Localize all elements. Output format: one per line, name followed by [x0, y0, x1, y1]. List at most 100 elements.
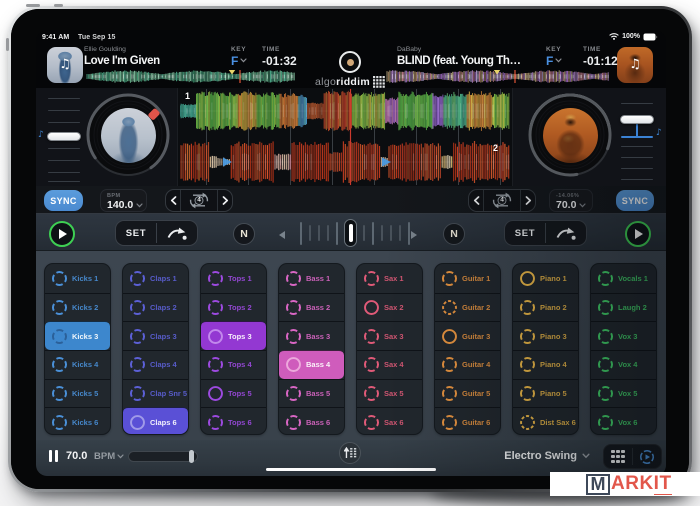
pad-piano-4[interactable]: Piano 4 [513, 350, 578, 379]
pad-vocals-3[interactable]: Vox 3 [591, 321, 656, 350]
pad-ring-icon [285, 328, 302, 345]
pad-label: Tops 6 [228, 418, 252, 427]
pad-guitar-2[interactable]: Guitar 2 [435, 293, 500, 322]
scrubber-handle[interactable] [344, 219, 357, 247]
pad-bass-5[interactable]: Bass 5 [279, 379, 344, 408]
deck-a-pitch-handle[interactable] [47, 132, 81, 141]
deck-a-bpm-box[interactable]: BPM 140.0 [100, 189, 147, 212]
deck-b-overview-waveform[interactable] [386, 70, 610, 84]
pad-piano-2[interactable]: Piano 2 [513, 293, 578, 322]
record-button[interactable] [339, 51, 361, 73]
pad-tops-3[interactable]: Tops 3 [201, 321, 266, 350]
pad-bass-4[interactable]: Bass 4 [279, 350, 344, 379]
preset-dropdown[interactable]: Electro Swing [504, 450, 590, 462]
pad-label: Clap Snr 5 [150, 389, 187, 398]
pad-ring-icon [285, 299, 302, 316]
pad-label: Sax 1 [384, 274, 404, 283]
deck-b-tempo-box[interactable]: -14.06% 70.0 [549, 189, 593, 212]
deck-b-play-button[interactable] [625, 221, 651, 247]
deck-b-loop-double-button[interactable] [521, 190, 535, 212]
pad-guitar-1[interactable]: Guitar 1 [435, 264, 500, 293]
pad-piano-1[interactable]: Piano 1 [513, 264, 578, 293]
pad-claps-3[interactable]: Claps 3 [123, 321, 188, 350]
deck-a-loop-double-button[interactable] [218, 190, 232, 212]
main-waveforms[interactable]: 1 2 [179, 88, 512, 186]
home-indicator[interactable] [266, 468, 436, 471]
pad-claps-6[interactable]: Claps 6 [123, 407, 188, 435]
deck-a-key-value[interactable]: F [231, 54, 247, 68]
pad-vocals-1[interactable]: Vocals 1 [591, 264, 656, 293]
pad-piano-6[interactable]: Dist Sax 6 [513, 407, 578, 435]
pad-vocals-2[interactable]: Laugh 2 [591, 293, 656, 322]
pad-label: Guitar 3 [462, 332, 490, 341]
pad-bass-6[interactable]: Bass 6 [279, 407, 344, 435]
pad-ring-icon [285, 414, 302, 431]
pad-bass-1[interactable]: Bass 1 [279, 264, 344, 293]
pad-vocals-5[interactable]: Vox 5 [591, 379, 656, 408]
pad-guitar-4[interactable]: Guitar 4 [435, 350, 500, 379]
pad-guitar-6[interactable]: Guitar 6 [435, 407, 500, 435]
pad-bass-2[interactable]: Bass 2 [279, 293, 344, 322]
pad-column-tops: Tops 1Tops 2Tops 3Tops 4Tops 5 Tops 6 [200, 263, 267, 435]
pad-sax-4[interactable]: Sax 4 [357, 350, 422, 379]
pad-kicks-6[interactable]: Kicks 6 [45, 407, 110, 435]
deck-b-sync-button[interactable]: SYNC [616, 190, 654, 211]
mixer-button[interactable] [339, 442, 361, 464]
pad-sax-5[interactable]: Sax 5 [357, 379, 422, 408]
pad-tops-1[interactable]: Tops 1 [201, 264, 266, 293]
pad-sax-3[interactable]: Sax 3 [357, 321, 422, 350]
pad-vocals-6[interactable]: Vox 6 [591, 407, 656, 435]
deck-b-turntable[interactable] [525, 90, 615, 180]
pad-guitar-5[interactable]: Guitar 5 [435, 379, 500, 408]
deck-b-automix-button[interactable]: N [443, 223, 465, 245]
deck-b-set-cue-button[interactable]: SET [505, 221, 545, 245]
deck-b-pitch-handle[interactable] [620, 115, 654, 124]
deck-b-jump-button[interactable] [546, 221, 586, 245]
deck-a-loop-halve-button[interactable] [166, 190, 180, 212]
pad-bass-3[interactable]: Bass 3 [279, 321, 344, 350]
pad-label: Guitar 2 [462, 303, 490, 312]
pad-ring-icon [597, 328, 614, 345]
pad-tops-2[interactable]: Tops 2 [201, 293, 266, 322]
pad-piano-3[interactable]: Piano 3 [513, 321, 578, 350]
deck-b-loop-halve-button[interactable] [469, 190, 483, 212]
pad-claps-5[interactable]: Clap Snr 5 [123, 379, 188, 408]
pad-tops-5[interactable]: Tops 5 [201, 379, 266, 408]
deck-b-pitch-zero-line [621, 136, 653, 138]
deck-b-key-value[interactable]: F [546, 54, 562, 68]
nudge-left-icon[interactable] [279, 231, 285, 239]
pad-kicks-4[interactable]: Kicks 4 [45, 350, 110, 379]
deck-b-album-art[interactable]: ♫ [617, 47, 653, 83]
slider-handle[interactable] [189, 450, 194, 463]
pad-claps-2[interactable]: Claps 2 [123, 293, 188, 322]
deck-a-turntable[interactable] [83, 90, 173, 180]
master-bpm-label[interactable]: BPM [94, 451, 124, 462]
pad-kicks-1[interactable]: Kicks 1 [45, 264, 110, 293]
grid-view-button[interactable] [604, 445, 632, 468]
pad-kicks-3[interactable]: Kicks 3 [45, 321, 110, 350]
deck-a-sync-button[interactable]: SYNC [44, 190, 83, 211]
deck-a-loop-button[interactable]: 4 [180, 190, 218, 212]
pad-kicks-5[interactable]: Kicks 5 [45, 379, 110, 408]
pad-claps-4[interactable]: Claps 4 [123, 350, 188, 379]
pad-kicks-2[interactable]: Kicks 2 [45, 293, 110, 322]
pad-claps-1[interactable]: Claps 1 [123, 264, 188, 293]
nudge-right-icon[interactable] [411, 231, 417, 239]
master-tempo-slider[interactable] [128, 451, 198, 462]
deck-a-album-art[interactable]: ♫ [47, 47, 83, 83]
pad-vocals-4[interactable]: Vox 4 [591, 350, 656, 379]
auto-loop-button[interactable] [633, 445, 661, 468]
pad-sax-2[interactable]: Sax 2 [357, 293, 422, 322]
master-bpm-value: 70.0 [66, 450, 87, 462]
pad-piano-5[interactable]: Piano 5 [513, 379, 578, 408]
pad-ring-icon [129, 328, 146, 345]
pad-tops-6[interactable]: Tops 6 [201, 407, 266, 435]
deck-b-loop-button[interactable]: 4 [483, 190, 521, 212]
pad-sax-6[interactable]: Sax 6 [357, 407, 422, 435]
pad-sax-1[interactable]: Sax 1 [357, 264, 422, 293]
volume-button-1 [26, 4, 40, 7]
pause-icon[interactable] [49, 450, 58, 462]
pad-ring-icon [363, 328, 380, 345]
pad-guitar-3[interactable]: Guitar 3 [435, 321, 500, 350]
pad-tops-4[interactable]: Tops 4 [201, 350, 266, 379]
